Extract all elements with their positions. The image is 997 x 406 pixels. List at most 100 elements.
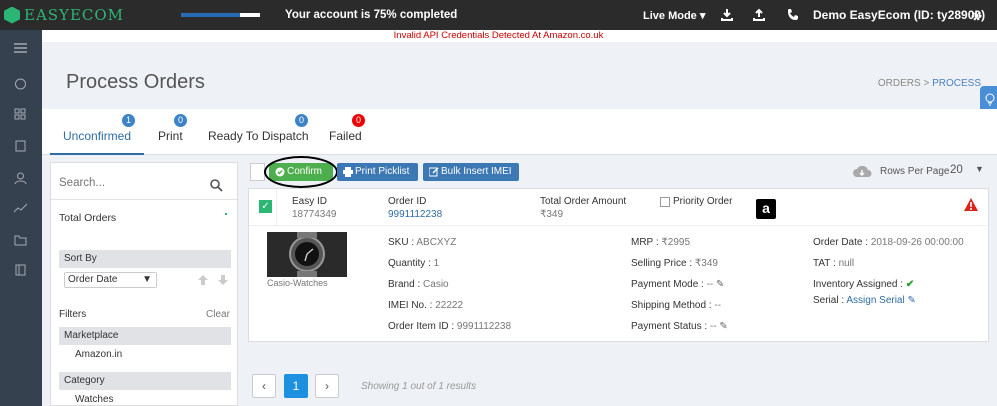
inventory-field: Inventory Assigned : ✔ bbox=[813, 279, 914, 290]
search-icon[interactable] bbox=[210, 179, 223, 192]
page-1-button[interactable]: 1 bbox=[284, 374, 308, 398]
order-checkbox[interactable]: ✓ bbox=[259, 200, 272, 213]
product-image[interactable] bbox=[267, 232, 347, 277]
live-mode-dropdown[interactable]: Live Mode ▾ bbox=[643, 9, 705, 22]
brand-label: Brand : bbox=[388, 279, 421, 290]
total-amount-label: Total Order Amount bbox=[540, 196, 627, 207]
order-date-field: Order Date : 2018-09-26 00:00:00 bbox=[813, 237, 964, 248]
phone-icon[interactable] bbox=[786, 8, 800, 22]
folder-icon[interactable] bbox=[14, 234, 27, 246]
payment-mode-value: -- bbox=[706, 279, 714, 290]
chart-icon[interactable] bbox=[14, 202, 27, 214]
sort-by-header: Sort By bbox=[59, 250, 231, 268]
brand-field: Brand : Casio bbox=[388, 279, 449, 290]
order-item-id-value: 9991112238 bbox=[456, 321, 512, 332]
quantity-value: 1 bbox=[433, 258, 440, 269]
cloud-download-icon[interactable] bbox=[852, 164, 872, 179]
category-option[interactable]: Watches bbox=[75, 394, 114, 405]
mrp-label: MRP : bbox=[631, 237, 659, 248]
imei-label: IMEI No. : bbox=[388, 300, 433, 311]
easy-id-value: 18774349 bbox=[292, 209, 337, 220]
order-select-cell: ✓ bbox=[249, 189, 277, 225]
shipping-method-value: -- bbox=[714, 300, 722, 311]
shipping-method-label: Shipping Method : bbox=[631, 300, 712, 311]
select-all-checkbox[interactable] bbox=[250, 163, 265, 181]
tab-print[interactable]: Print bbox=[158, 129, 183, 143]
order-item-id-label: Order Item ID : bbox=[388, 321, 455, 332]
breadcrumb-separator: > bbox=[923, 78, 930, 89]
orders-main: Confirm Print Picklist Bulk Insert IMEI … bbox=[248, 156, 989, 406]
menu-icon[interactable] bbox=[14, 42, 27, 54]
selling-price-label: Selling Price : bbox=[631, 258, 693, 269]
inventory-label: Inventory Assigned : bbox=[813, 279, 904, 290]
chevron-down-icon: ▼ bbox=[142, 274, 152, 285]
account-menu[interactable]: Demo EasyEcom (ID: ty28900) bbox=[813, 8, 985, 22]
total-amount-value: ₹349 bbox=[540, 209, 564, 220]
gear-icon[interactable] bbox=[971, 10, 982, 21]
warning-icon[interactable] bbox=[964, 198, 978, 211]
tab-ready-to-dispatch[interactable]: Ready To Dispatch bbox=[208, 129, 309, 143]
rows-dropdown-icon[interactable]: ▼ bbox=[975, 164, 984, 174]
rows-per-page-label: Rows Per Page bbox=[880, 166, 950, 177]
order-date-label: Order Date : bbox=[813, 237, 869, 248]
quantity-field: Quantity : 1 bbox=[388, 258, 439, 269]
breadcrumb-process[interactable]: PROCESS bbox=[932, 78, 981, 89]
edit-serial-icon[interactable]: ✎ bbox=[908, 295, 916, 306]
tat-field: TAT : null bbox=[813, 258, 854, 269]
pencil-icon[interactable]: ✎ bbox=[719, 321, 727, 332]
edit-icon bbox=[429, 167, 439, 177]
page-header: Process Orders ORDERS > PROCESS bbox=[42, 52, 997, 109]
order-date-value: 2018-09-26 00:00:00 bbox=[870, 237, 964, 248]
marketplace-header[interactable]: Marketplace bbox=[59, 327, 231, 345]
brand-value: Casio bbox=[423, 279, 449, 290]
user-icon[interactable] bbox=[14, 172, 27, 184]
highlight-ellipse bbox=[264, 156, 338, 188]
total-orders-label[interactable]: Total Orders bbox=[59, 212, 116, 224]
payment-mode-field: Payment Mode : -- ✎ bbox=[631, 279, 724, 290]
selling-price-value: ₹349 bbox=[694, 258, 718, 269]
payment-status-label: Payment Status : bbox=[631, 321, 708, 332]
breadcrumb-orders[interactable]: ORDERS bbox=[878, 78, 921, 89]
rows-per-page-value[interactable]: 20 bbox=[950, 164, 963, 176]
search-input[interactable] bbox=[59, 177, 199, 189]
order-id-link[interactable]: 9991112238 bbox=[388, 209, 442, 220]
bulk-insert-imei-button[interactable]: Bulk Insert IMEI bbox=[423, 163, 519, 181]
priority-label: Priority Order bbox=[673, 196, 733, 207]
order-item-id-field: Order Item ID : 9991112238 bbox=[388, 321, 511, 332]
showing-results: Showing 1 out of 1 results bbox=[361, 381, 477, 392]
book-icon[interactable] bbox=[14, 264, 27, 276]
priority-checkbox[interactable] bbox=[660, 197, 670, 207]
clipboard-icon[interactable] bbox=[14, 140, 27, 152]
next-page-button[interactable]: › bbox=[315, 374, 339, 398]
pencil-icon[interactable]: ✎ bbox=[716, 279, 724, 290]
assign-serial-link[interactable]: Assign Serial bbox=[846, 295, 904, 306]
sidebar bbox=[0, 30, 42, 406]
easy-id-label: Easy ID bbox=[292, 196, 328, 207]
marketplace-option[interactable]: Amazon.in bbox=[75, 349, 122, 360]
tab-unconfirmed[interactable]: Unconfirmed bbox=[63, 129, 131, 143]
grid-icon[interactable] bbox=[14, 108, 27, 120]
print-picklist-button[interactable]: Print Picklist bbox=[337, 163, 418, 181]
check-icon: ✔ bbox=[905, 279, 915, 290]
dashboard-icon[interactable] bbox=[14, 78, 27, 90]
logo-text: EASYECOM bbox=[24, 6, 125, 24]
bulk-insert-label: Bulk Insert IMEI bbox=[441, 166, 512, 177]
breadcrumb: ORDERS > PROCESS bbox=[878, 78, 981, 89]
account-progress-bar bbox=[181, 13, 260, 17]
arrow-down-icon[interactable] bbox=[217, 275, 229, 285]
download-icon[interactable] bbox=[720, 8, 734, 22]
logo[interactable]: EASYECOM bbox=[4, 6, 124, 24]
sort-select[interactable]: Order Date ▼ bbox=[64, 272, 157, 288]
tab-failed[interactable]: Failed bbox=[329, 129, 362, 143]
mrp-value: ₹2995 bbox=[661, 237, 690, 248]
serial-field: Serial : Assign Serial ✎ bbox=[813, 295, 916, 306]
arrow-up-icon[interactable] bbox=[197, 275, 209, 285]
quantity-label: Quantity : bbox=[388, 258, 431, 269]
clear-filters-link[interactable]: Clear bbox=[206, 309, 230, 320]
logo-icon bbox=[4, 6, 20, 24]
prev-page-button[interactable]: ‹ bbox=[252, 374, 276, 398]
category-header[interactable]: Category bbox=[59, 372, 231, 390]
imei-field: IMEI No. : 22222 bbox=[388, 300, 463, 311]
active-tab-indicator bbox=[50, 153, 144, 155]
upload-icon[interactable] bbox=[752, 8, 766, 22]
